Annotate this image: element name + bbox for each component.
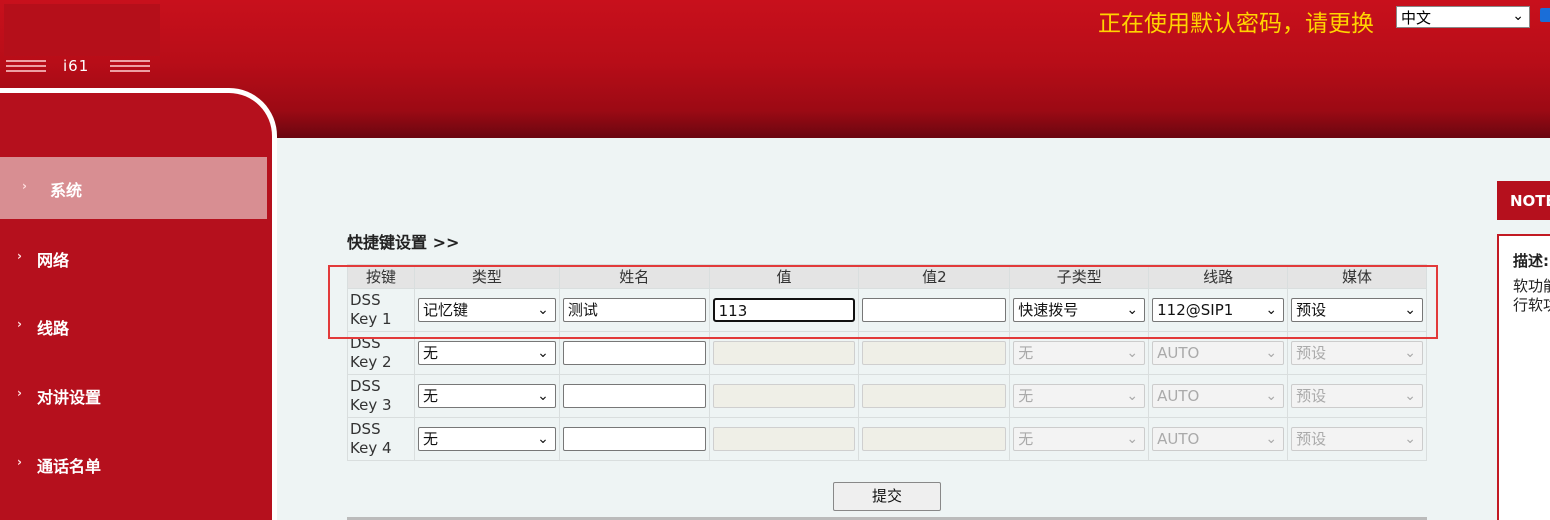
- note-line: 软功能: [1513, 277, 1550, 295]
- subtype-select[interactable]: 无 ⌄: [1013, 384, 1146, 408]
- sidebar-item-label: 系统: [50, 181, 83, 200]
- chevron-down-icon: ⌄: [1265, 388, 1278, 404]
- chevron-down-icon: ⌄: [1265, 431, 1278, 447]
- chevron-down-icon: ⌄: [1512, 8, 1524, 24]
- row-highlight-box: [328, 265, 1438, 339]
- type-select[interactable]: 无 ⌄: [417, 427, 556, 451]
- value2-input[interactable]: [862, 427, 1007, 451]
- chevron-down-icon: ⌄: [1404, 431, 1416, 447]
- sidebar-item-network[interactable]: › 网络: [0, 227, 267, 289]
- sidebar-item-line[interactable]: › 线路: [0, 295, 267, 357]
- dss-key-label: DSS Key 4: [347, 417, 415, 461]
- decor-lines-left: [6, 60, 46, 72]
- name-input[interactable]: [562, 341, 706, 365]
- chevron-down-icon: ⌄: [537, 431, 549, 447]
- table-row: DSS Key 4 无 ⌄ 无 ⌄ AUTO ⌄ 预设 ⌄: [347, 417, 1427, 461]
- media-value: 预设: [1296, 344, 1327, 362]
- subtype-value: 无: [1018, 387, 1034, 405]
- name-input[interactable]: [562, 384, 706, 408]
- logo: [4, 4, 160, 56]
- media-select[interactable]: 预设 ⌄: [1291, 384, 1423, 408]
- chevron-right-icon: ›: [22, 179, 27, 193]
- subtype-select[interactable]: 无 ⌄: [1013, 341, 1146, 365]
- dss-key-label: DSS Key 3: [347, 374, 415, 418]
- chevron-down-icon: ⌄: [1265, 345, 1278, 361]
- value2-input[interactable]: [862, 384, 1007, 408]
- table-row: DSS Key 3 无 ⌄ 无 ⌄ AUTO ⌄ 预设 ⌄: [347, 374, 1427, 418]
- media-select[interactable]: 预设 ⌄: [1291, 427, 1423, 451]
- type-select[interactable]: 无 ⌄: [417, 384, 556, 408]
- chevron-right-icon: ›: [17, 455, 22, 469]
- checkbox[interactable]: [1540, 8, 1550, 22]
- chevron-down-icon: ⌄: [1404, 345, 1416, 361]
- subtype-select[interactable]: 无 ⌄: [1013, 427, 1146, 451]
- value2-input[interactable]: [862, 341, 1007, 365]
- sidebar-item-label: 网络: [37, 251, 70, 270]
- chevron-down-icon: ⌄: [1404, 388, 1416, 404]
- sidebar-item-label: 通话名单: [37, 457, 102, 476]
- language-select[interactable]: 中文 ⌄: [1396, 6, 1530, 28]
- type-value: 无: [422, 387, 438, 405]
- line-value: AUTO: [1157, 387, 1200, 405]
- note-title: 描述:: [1513, 252, 1549, 270]
- value-input[interactable]: [712, 427, 856, 451]
- line-value: AUTO: [1157, 344, 1200, 362]
- chevron-down-icon: ⌄: [537, 345, 549, 361]
- chevron-down-icon: ⌄: [537, 388, 549, 404]
- type-select[interactable]: 无 ⌄: [417, 341, 556, 365]
- sidebar-item-intercom[interactable]: › 对讲设置: [0, 364, 267, 426]
- subtype-value: 无: [1018, 430, 1034, 448]
- note-panel: 描述: 软功能 行软功: [1497, 234, 1550, 520]
- line-select[interactable]: AUTO ⌄: [1152, 384, 1285, 408]
- media-select[interactable]: 预设 ⌄: [1291, 341, 1423, 365]
- type-value: 无: [422, 344, 438, 362]
- sidebar-item-label: 线路: [37, 319, 70, 338]
- language-value: 中文: [1401, 9, 1432, 27]
- sidebar-item-system[interactable]: › 系统: [0, 157, 267, 219]
- name-input[interactable]: [562, 427, 706, 451]
- value-input[interactable]: [712, 341, 856, 365]
- value-input[interactable]: [712, 384, 856, 408]
- line-select[interactable]: AUTO ⌄: [1152, 341, 1285, 365]
- media-value: 预设: [1296, 430, 1327, 448]
- sidebar-item-label: 对讲设置: [37, 388, 102, 407]
- note-tab: NOTE: [1497, 181, 1550, 220]
- submit-button[interactable]: 提交: [833, 482, 941, 511]
- line-value: AUTO: [1157, 430, 1200, 448]
- chevron-right-icon: ›: [17, 249, 22, 263]
- chevron-right-icon: ›: [17, 386, 22, 400]
- subtype-value: 无: [1018, 344, 1034, 362]
- chevron-right-icon: ›: [17, 317, 22, 331]
- note-line: 行软功: [1513, 296, 1550, 314]
- sidebar-item-call-list[interactable]: › 通话名单: [0, 433, 267, 495]
- decor-lines-right: [110, 60, 150, 72]
- chevron-down-icon: ⌄: [1126, 431, 1139, 447]
- model-label: i61: [0, 55, 160, 77]
- chevron-down-icon: ⌄: [1126, 345, 1139, 361]
- media-value: 预设: [1296, 387, 1327, 405]
- line-select[interactable]: AUTO ⌄: [1152, 427, 1285, 451]
- default-password-warning[interactable]: 正在使用默认密码，请更换: [1098, 4, 1374, 38]
- page-title: 快捷键设置 >>: [347, 233, 460, 252]
- type-value: 无: [422, 430, 438, 448]
- model-name: i61: [63, 57, 90, 75]
- chevron-down-icon: ⌄: [1126, 388, 1139, 404]
- sidebar: › 系统 › 网络 › 线路 › 对讲设置 › 通话名单: [0, 88, 277, 520]
